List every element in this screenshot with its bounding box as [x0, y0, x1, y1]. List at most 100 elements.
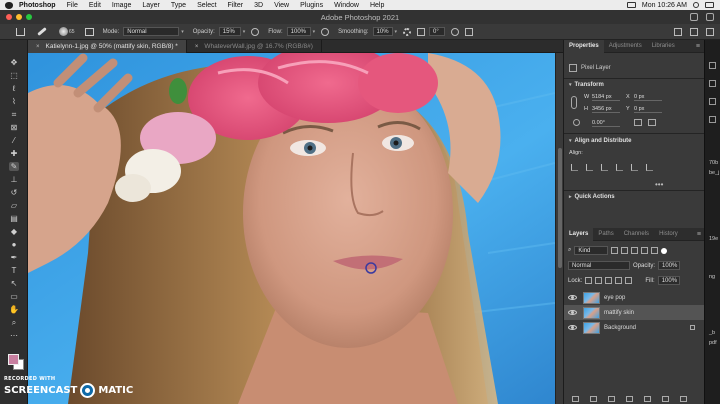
menu-select[interactable]: Select [197, 2, 216, 9]
pen-tool-icon[interactable]: ✒ [9, 253, 19, 262]
gradient-tool-icon[interactable]: ▤ [9, 214, 19, 223]
menu-plugins[interactable]: Plugins [300, 2, 323, 9]
tab-history[interactable]: History [654, 228, 683, 241]
pressure-size-icon[interactable] [451, 27, 460, 36]
align-hcenter-icon[interactable] [586, 164, 593, 171]
filter-pixel-icon[interactable] [611, 247, 619, 254]
link-layers-icon[interactable] [572, 396, 579, 402]
lasso-tool-icon[interactable]: ℓ [9, 84, 19, 93]
mode-dropdown[interactable]: Normal [123, 27, 180, 36]
align-top-icon[interactable] [616, 164, 623, 171]
link-icon[interactable] [571, 96, 577, 109]
gear-icon[interactable] [403, 27, 412, 36]
layer-style-icon[interactable] [590, 396, 597, 402]
dodge-tool-icon[interactable]: ● [9, 240, 19, 249]
flip-vertical-icon[interactable] [648, 119, 656, 126]
brush-settings-icon[interactable] [84, 27, 94, 36]
menubar-clock[interactable]: Mon 10:26 AM [642, 2, 687, 9]
lock-position-icon[interactable] [605, 277, 613, 284]
menu-filter[interactable]: Filter [228, 2, 244, 9]
blur-tool-icon[interactable]: ◆ [9, 227, 19, 236]
fill-field[interactable]: 100% [657, 276, 680, 285]
eraser-tool-icon[interactable]: ▱ [9, 201, 19, 210]
menu-view[interactable]: View [274, 2, 289, 9]
chevron-down-icon[interactable]: ▾ [395, 29, 398, 35]
close-icon[interactable]: × [36, 44, 40, 50]
menu-3d[interactable]: 3D [254, 2, 263, 9]
crop-tool-icon[interactable]: ⌗ [9, 110, 19, 119]
marquee-tool-icon[interactable]: ⬚ [9, 71, 19, 80]
panel-menu-icon[interactable]: ≡ [697, 231, 701, 238]
home-icon[interactable] [16, 27, 25, 36]
panel-icon[interactable] [709, 98, 716, 105]
pressure-opacity-icon[interactable] [251, 27, 260, 36]
chevron-down-icon[interactable]: ▾ [243, 29, 246, 35]
align-left-icon[interactable] [571, 164, 578, 171]
apple-icon[interactable] [5, 1, 13, 9]
smoothing-field[interactable]: 10% [372, 27, 393, 36]
new-group-icon[interactable] [644, 396, 651, 402]
flip-horizontal-icon[interactable] [634, 119, 642, 126]
close-window-button[interactable] [6, 14, 12, 20]
transform-header[interactable]: ▾ Transform [569, 82, 604, 88]
clone-stamp-tool-icon[interactable]: ⊥ [9, 175, 19, 184]
trash-icon[interactable] [680, 396, 687, 402]
tab-katielynn[interactable]: × Katielynn-1.jpg @ 50% (mattify skin, R… [28, 40, 187, 53]
panel-icon[interactable] [709, 80, 716, 87]
menu-edit[interactable]: Edit [89, 2, 101, 9]
angle-field[interactable]: 0° [429, 27, 446, 36]
quick-actions-header[interactable]: ▸ Quick Actions [569, 194, 615, 200]
tab-properties[interactable]: Properties [564, 39, 604, 53]
lock-transparent-icon[interactable] [585, 277, 593, 284]
control-center-icon[interactable] [705, 2, 714, 8]
lock-all-icon[interactable] [625, 277, 633, 284]
new-layer-icon[interactable] [662, 396, 669, 402]
share-icon[interactable] [690, 13, 698, 21]
filter-smart-icon[interactable] [651, 247, 659, 254]
layer-mask-icon[interactable] [608, 396, 615, 402]
layer-row[interactable]: Background [564, 320, 705, 335]
flow-field[interactable]: 100% [286, 27, 311, 36]
history-brush-tool-icon[interactable]: ↺ [9, 188, 19, 197]
x-field[interactable]: 0 px [634, 93, 662, 101]
menu-image[interactable]: Image [112, 2, 131, 9]
tab-whateverwall[interactable]: × WhateverWall.jpg @ 16.7% (RGB/8#) [187, 40, 322, 53]
opacity-field[interactable]: 15% [218, 27, 241, 36]
close-icon[interactable]: × [195, 44, 199, 50]
canvas-scrollbar[interactable] [555, 53, 563, 404]
height-field[interactable]: 3456 px [592, 105, 620, 113]
frame-tool-icon[interactable]: ⊠ [9, 123, 19, 132]
tab-libraries[interactable]: Libraries [647, 40, 680, 53]
align-bottom-icon[interactable] [646, 164, 653, 171]
hand-tool-icon[interactable]: ✋ [9, 305, 19, 314]
tab-layers[interactable]: Layers [564, 227, 594, 241]
document-canvas[interactable] [28, 53, 555, 404]
chevron-down-icon[interactable]: ▾ [313, 29, 316, 35]
airbrush-icon[interactable] [321, 27, 330, 36]
angle-field[interactable]: 0.00° [592, 119, 620, 127]
menu-type[interactable]: Type [171, 2, 186, 9]
panel-icon[interactable] [709, 62, 716, 69]
share-icon[interactable] [706, 28, 714, 36]
filter-shape-icon[interactable] [641, 247, 649, 254]
blend-mode-dropdown[interactable]: Normal [568, 261, 630, 270]
type-tool-icon[interactable]: T [9, 266, 19, 275]
layer-opacity-field[interactable]: 100% [658, 261, 681, 270]
eye-icon[interactable] [568, 295, 577, 300]
zoom-window-button[interactable] [26, 14, 32, 20]
tab-channels[interactable]: Channels [619, 228, 654, 241]
menu-help[interactable]: Help [370, 2, 384, 9]
more-tools-icon[interactable]: ⋯ [9, 331, 19, 340]
filter-adjustment-icon[interactable] [621, 247, 629, 254]
tab-paths[interactable]: Paths [593, 228, 618, 241]
filter-toggle[interactable] [661, 247, 668, 254]
move-tool-icon[interactable]: ✥ [9, 58, 19, 67]
eye-icon[interactable] [568, 310, 577, 315]
scrollbar-thumb[interactable] [558, 148, 562, 268]
zoom-tool-icon[interactable]: ⌕ [9, 318, 19, 327]
search-icon[interactable] [674, 28, 682, 36]
foreground-color-swatch[interactable] [8, 354, 19, 365]
lock-image-icon[interactable] [595, 277, 603, 284]
shape-tool-icon[interactable]: ▭ [9, 292, 19, 301]
layer-row[interactable]: mattify skin [564, 305, 705, 320]
